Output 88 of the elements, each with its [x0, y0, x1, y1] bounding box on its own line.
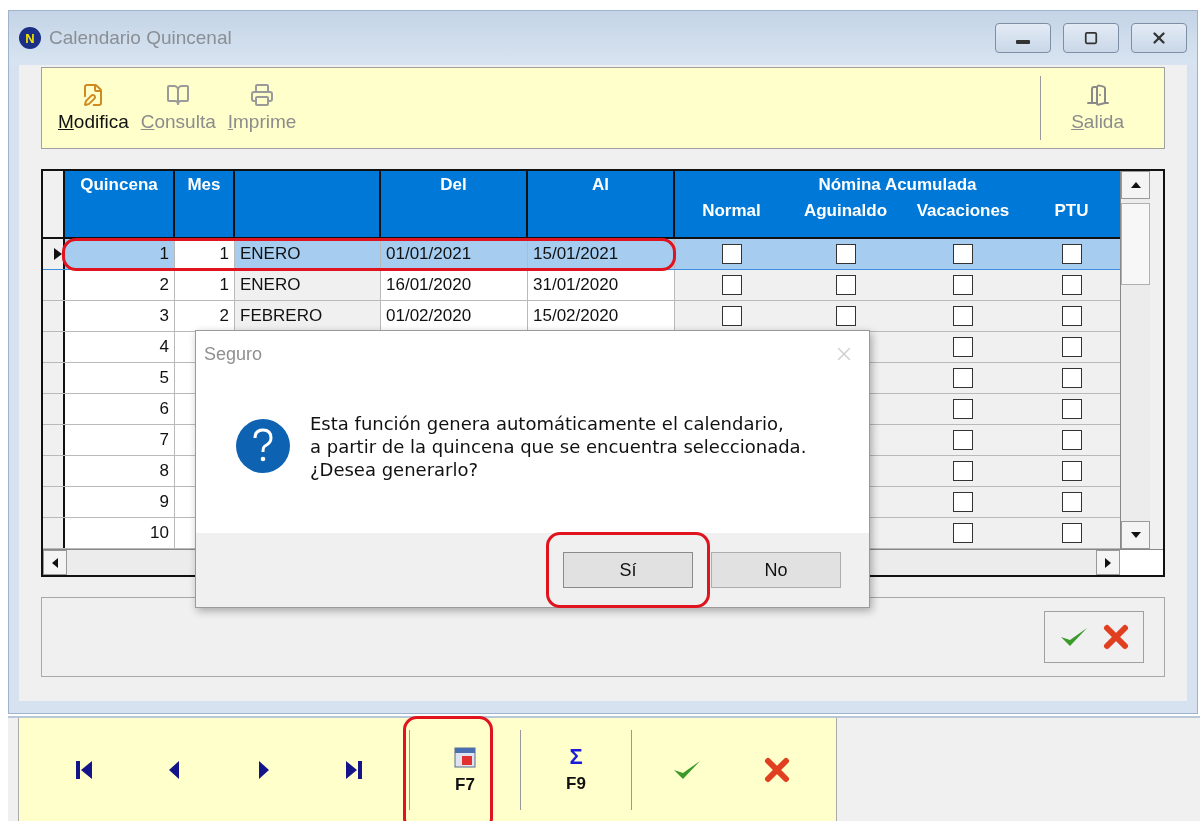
- checkbox[interactable]: [1061, 461, 1082, 481]
- column-group-header: Nómina Acumulada: [817, 174, 978, 196]
- checkbox[interactable]: [953, 275, 973, 295]
- checkbox[interactable]: [953, 399, 973, 419]
- table-cell: 01/02/2020: [381, 301, 528, 331]
- app-logo: N: [19, 27, 41, 49]
- scroll-thumb[interactable]: [1121, 203, 1150, 285]
- table-cell: 1: [175, 270, 235, 300]
- table-row[interactable]: 1 1 ENERO 01/01/2021 15/01/2021: [43, 239, 1120, 270]
- checkbox[interactable]: [835, 275, 856, 295]
- question-icon: [236, 419, 290, 473]
- checkbox[interactable]: [953, 523, 973, 543]
- checkbox[interactable]: [1061, 368, 1082, 388]
- checkbox[interactable]: [721, 244, 742, 264]
- checkbox[interactable]: [1061, 244, 1082, 264]
- checkbox[interactable]: [835, 244, 856, 264]
- table-cell: 2: [175, 301, 235, 331]
- table-cell: 8: [65, 456, 175, 486]
- minimize-button[interactable]: [995, 23, 1051, 53]
- totals-button[interactable]: Σ F9: [531, 729, 621, 810]
- close-icon: [1103, 624, 1129, 650]
- dialog-message: Esta función genera automáticamente el calendario, a partir de la quincena que se encuentra seleccionada. ¿Desea generarlo?: [310, 411, 807, 481]
- door-icon: [1085, 83, 1110, 107]
- book-icon: [166, 83, 191, 107]
- checkbox[interactable]: [953, 337, 973, 357]
- scroll-down-icon: [1129, 531, 1142, 539]
- table-row[interactable]: 3 2 FEBRERO 01/02/2020 15/02/2020: [43, 301, 1120, 332]
- edit-button[interactable]: Modifica: [52, 68, 135, 148]
- column-header: Mes: [175, 171, 235, 237]
- calendar-icon: [453, 744, 477, 769]
- table-cell: 2: [65, 270, 175, 300]
- next-icon: [257, 758, 271, 781]
- checkbox[interactable]: [1061, 275, 1082, 295]
- checkbox[interactable]: [1061, 399, 1082, 419]
- checkbox[interactable]: [953, 492, 973, 512]
- column-header: PTU: [1053, 200, 1090, 222]
- checkbox[interactable]: [1061, 306, 1082, 326]
- checkbox[interactable]: [1061, 492, 1082, 512]
- scroll-left-icon: [51, 556, 59, 569]
- no-button[interactable]: No: [711, 552, 841, 588]
- checkbox[interactable]: [721, 275, 742, 295]
- maximize-button[interactable]: [1063, 23, 1119, 53]
- checkbox[interactable]: [1061, 337, 1082, 357]
- scroll-right-icon: [1104, 556, 1112, 569]
- table-cell: 15/02/2020: [528, 301, 675, 331]
- scroll-up-icon: [1129, 181, 1142, 189]
- close-icon: [1150, 29, 1168, 47]
- yes-button[interactable]: Sí: [563, 552, 693, 588]
- close-button[interactable]: [1131, 23, 1187, 53]
- table-cell: 6: [65, 394, 175, 424]
- checkbox[interactable]: [1061, 430, 1082, 450]
- checkbox[interactable]: [953, 461, 973, 481]
- dialog-title: Seguro: [204, 343, 263, 365]
- table-row[interactable]: 2 1 ENERO 16/01/2020 31/01/2020: [43, 270, 1120, 301]
- column-header: Vacaciones: [915, 200, 1011, 222]
- checkbox[interactable]: [835, 306, 856, 326]
- row-pointer-icon: [53, 247, 63, 261]
- close-icon: [764, 756, 790, 783]
- column-header: Al: [528, 171, 675, 237]
- column-header: Normal: [701, 200, 762, 222]
- last-icon: [344, 758, 364, 781]
- table-cell: 31/01/2020: [528, 270, 675, 300]
- column-header: Quincena: [65, 171, 175, 237]
- checkbox[interactable]: [953, 430, 973, 450]
- window-title: Calendario Quincenal: [49, 27, 233, 49]
- printer-icon: [250, 83, 275, 107]
- column-header: Del: [381, 171, 528, 237]
- checkbox[interactable]: [953, 306, 973, 326]
- maximize-icon: [1084, 31, 1098, 45]
- minimize-icon: [1016, 40, 1030, 44]
- checkbox[interactable]: [953, 368, 973, 388]
- table-cell: 3: [65, 301, 175, 331]
- vertical-scrollbar[interactable]: [1120, 171, 1150, 549]
- generate-calendar-button[interactable]: F7: [420, 729, 510, 810]
- table-cell: 5: [65, 363, 175, 393]
- first-icon: [74, 758, 94, 781]
- table-cell: 16/01/2020: [381, 270, 528, 300]
- previous-icon: [167, 758, 181, 781]
- checkbox[interactable]: [1061, 523, 1082, 543]
- table-cell: 10: [65, 518, 175, 548]
- checkbox[interactable]: [721, 306, 742, 326]
- column-header: Aguinaldo: [802, 200, 889, 222]
- table-cell: 1: [175, 239, 235, 269]
- table-cell: 4: [65, 332, 175, 362]
- table-cell: 9: [65, 487, 175, 517]
- checkbox[interactable]: [953, 244, 973, 264]
- cancel-button[interactable]: [1103, 624, 1129, 650]
- table-cell: 7: [65, 425, 175, 455]
